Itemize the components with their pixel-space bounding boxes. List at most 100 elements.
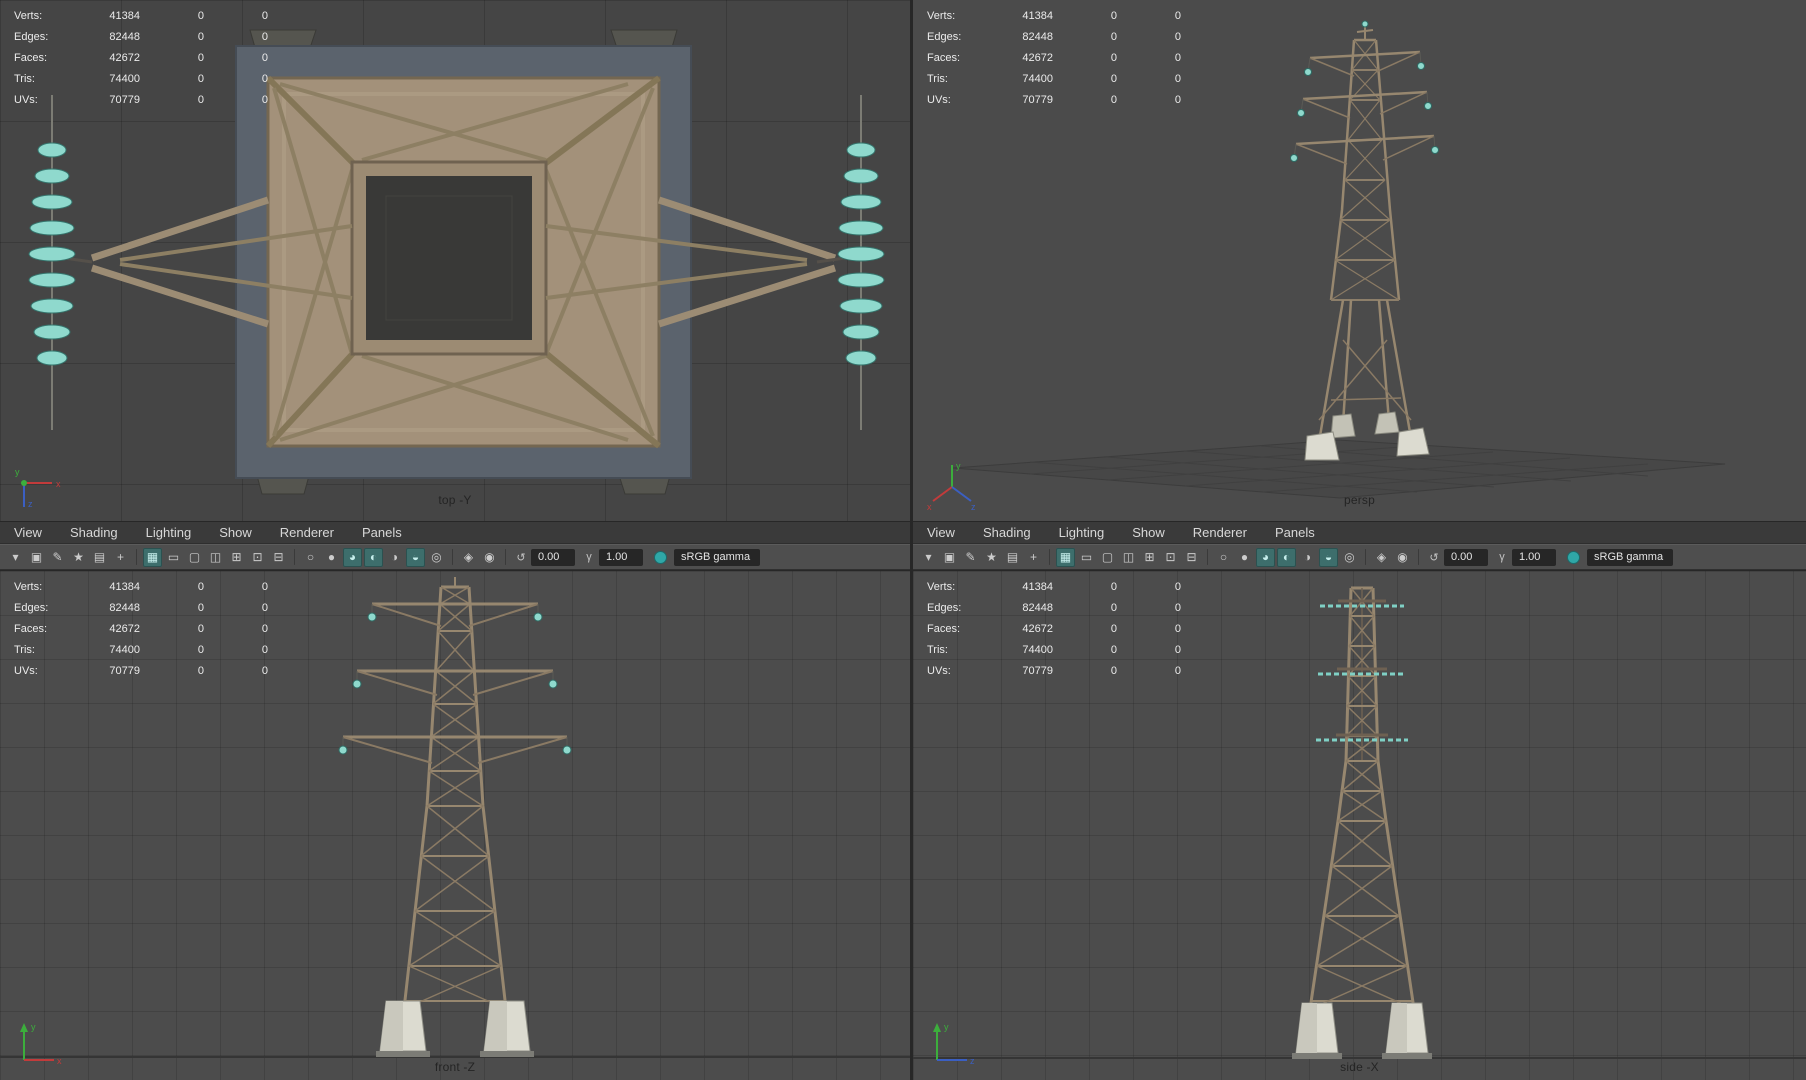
menu-lighting[interactable]: Lighting: [146, 525, 192, 540]
image-plane-icon[interactable]: ▤: [90, 548, 109, 567]
viewport-side[interactable]: Verts: 41384 0 0 Edges: 82448 0 0 Faces:: [913, 570, 1806, 1080]
panel-menu-icon[interactable]: ▾: [919, 548, 938, 567]
menu-shading[interactable]: Shading: [70, 525, 118, 540]
grid-toggle-icon[interactable]: ▦: [143, 547, 162, 567]
menu-panels[interactable]: Panels: [362, 525, 402, 540]
viewport-front[interactable]: Verts: 41384 0 0 Edges: 82448 0 0 Faces:: [0, 570, 910, 1080]
safe-action-icon[interactable]: ⊡: [1161, 548, 1180, 567]
menu-panels[interactable]: Panels: [1275, 525, 1315, 540]
wireframe-icon[interactable]: ○: [1214, 548, 1233, 567]
pan-zoom-icon[interactable]: +: [1024, 548, 1043, 567]
separator: [1207, 549, 1208, 565]
view-transform-icon[interactable]: [1567, 550, 1580, 564]
insulator-string-right[interactable]: [837, 95, 885, 430]
textured-icon[interactable]: ◕: [343, 547, 362, 567]
ambient-occlusion-icon[interactable]: ◒: [1319, 547, 1338, 567]
insulator-string-left[interactable]: [28, 95, 76, 430]
viewport-top[interactable]: Verts: 41384 0 0 Edges: 82448 0 0 Faces:: [0, 0, 910, 522]
film-gate-icon[interactable]: ▭: [1077, 548, 1096, 567]
maya-quad-view: Verts: 41384 0 0 Edges: 82448 0 0 Faces:: [0, 0, 1806, 1080]
transmission-tower-model-side[interactable]: [1292, 586, 1432, 1059]
field-chart-icon[interactable]: ⊞: [1140, 548, 1159, 567]
transmission-tower-model-front[interactable]: [338, 577, 572, 1057]
xray-icon[interactable]: ◈: [459, 548, 478, 567]
gamma-icon[interactable]: γ: [582, 551, 596, 563]
menu-shading[interactable]: Shading: [983, 525, 1031, 540]
safe-title-icon[interactable]: ⊟: [269, 548, 288, 567]
gamma-icon[interactable]: γ: [1495, 551, 1509, 563]
separator: [294, 549, 295, 565]
gamma-field[interactable]: 1.00: [599, 548, 643, 566]
hud-row: Faces: 42672 0 0: [14, 47, 268, 68]
menu-view[interactable]: View: [927, 525, 955, 540]
hud-value: 0: [1174, 580, 1181, 593]
grid-toggle-icon[interactable]: ▦: [1056, 547, 1075, 567]
bookmark-icon[interactable]: ★: [69, 548, 88, 567]
isolate-select-icon[interactable]: ◉: [1393, 548, 1412, 567]
safe-action-icon[interactable]: ⊡: [248, 548, 267, 567]
resolution-gate-icon[interactable]: ▢: [185, 548, 204, 567]
hud-value: 70779: [1022, 664, 1053, 677]
view-transform-icon[interactable]: [654, 550, 667, 564]
gate-mask-icon[interactable]: ◫: [206, 548, 225, 567]
field-chart-icon[interactable]: ⊞: [227, 548, 246, 567]
view-transform-field[interactable]: sRGB gamma: [674, 548, 760, 566]
camera-attributes-icon[interactable]: ✎: [48, 548, 67, 567]
menu-renderer[interactable]: Renderer: [280, 525, 334, 540]
menu-view[interactable]: View: [14, 525, 42, 540]
exposure-field[interactable]: 0.00: [1444, 548, 1488, 566]
pan-zoom-icon[interactable]: +: [111, 548, 130, 567]
transmission-tower-model-persp[interactable]: [1290, 20, 1439, 461]
hud-value: 42672: [1022, 622, 1053, 635]
camera-attributes-icon[interactable]: ✎: [961, 548, 980, 567]
gamma-field[interactable]: 1.00: [1512, 548, 1556, 566]
shaded-icon[interactable]: ●: [322, 548, 341, 567]
select-camera-icon[interactable]: ▣: [27, 548, 46, 567]
xray-icon[interactable]: ◈: [1372, 548, 1391, 567]
hud-value: 74400: [1022, 643, 1053, 656]
menu-show[interactable]: Show: [1132, 525, 1165, 540]
resolution-gate-icon[interactable]: ▢: [1098, 548, 1117, 567]
shaded-icon[interactable]: ●: [1235, 548, 1254, 567]
transmission-tower-model-top[interactable]: [63, 45, 846, 479]
anti-alias-icon[interactable]: ◎: [1340, 548, 1359, 567]
film-gate-icon[interactable]: ▭: [164, 548, 183, 567]
menu-renderer[interactable]: Renderer: [1193, 525, 1247, 540]
shadows-icon[interactable]: ◑: [1298, 548, 1317, 567]
hud-value: 0: [197, 643, 204, 656]
axis-y-label: y: [15, 467, 20, 477]
safe-title-icon[interactable]: ⊟: [1182, 548, 1201, 567]
hud-label: Tris:: [927, 643, 948, 656]
hud-value: 42672: [109, 51, 140, 64]
isolate-select-icon[interactable]: ◉: [480, 548, 499, 567]
bookmark-icon[interactable]: ★: [982, 548, 1001, 567]
shadows-icon[interactable]: ◑: [385, 548, 404, 567]
exposure-icon[interactable]: ↺: [514, 551, 528, 564]
wireframe-icon[interactable]: ○: [301, 548, 320, 567]
anti-alias-icon[interactable]: ◎: [427, 548, 446, 567]
hud-value: 0: [1174, 664, 1181, 677]
exposure-field[interactable]: 0.00: [531, 548, 575, 566]
hud-value: 0: [1110, 51, 1117, 64]
use-all-lights-icon[interactable]: ◐: [1277, 547, 1296, 567]
hud-value: 0: [1110, 643, 1117, 656]
panel-menu-icon[interactable]: ▾: [6, 548, 25, 567]
menu-show[interactable]: Show: [219, 525, 252, 540]
textured-icon[interactable]: ◕: [1256, 547, 1275, 567]
hud-label: Faces:: [14, 51, 48, 64]
hud-value: 0: [1174, 51, 1181, 64]
poly-count-hud: Verts: 41384 0 0 Edges: 82448 0 0 Faces:: [927, 576, 1181, 681]
view-transform-field[interactable]: sRGB gamma: [1587, 548, 1673, 566]
menu-lighting[interactable]: Lighting: [1059, 525, 1105, 540]
ambient-occlusion-icon[interactable]: ◒: [406, 547, 425, 567]
hud-value: 0: [1110, 664, 1117, 677]
image-plane-icon[interactable]: ▤: [1003, 548, 1022, 567]
panel-toolbar: ▾ ▣ ✎ ★ ▤ + ▦ ▭ ▢ ◫ ⊞ ⊡ ⊟ ○ ● ◕ ◐ ◑ ◒ ◎ …: [0, 544, 910, 570]
viewport-label-front: front -Z: [434, 1060, 476, 1074]
gate-mask-icon[interactable]: ◫: [1119, 548, 1138, 567]
use-all-lights-icon[interactable]: ◐: [364, 547, 383, 567]
select-camera-icon[interactable]: ▣: [940, 548, 959, 567]
exposure-icon[interactable]: ↺: [1427, 551, 1441, 564]
viewport-persp[interactable]: Verts: 41384 0 0 Edges: 82448 0 0 Faces:: [913, 0, 1806, 522]
hud-value: 41384: [1022, 580, 1053, 593]
